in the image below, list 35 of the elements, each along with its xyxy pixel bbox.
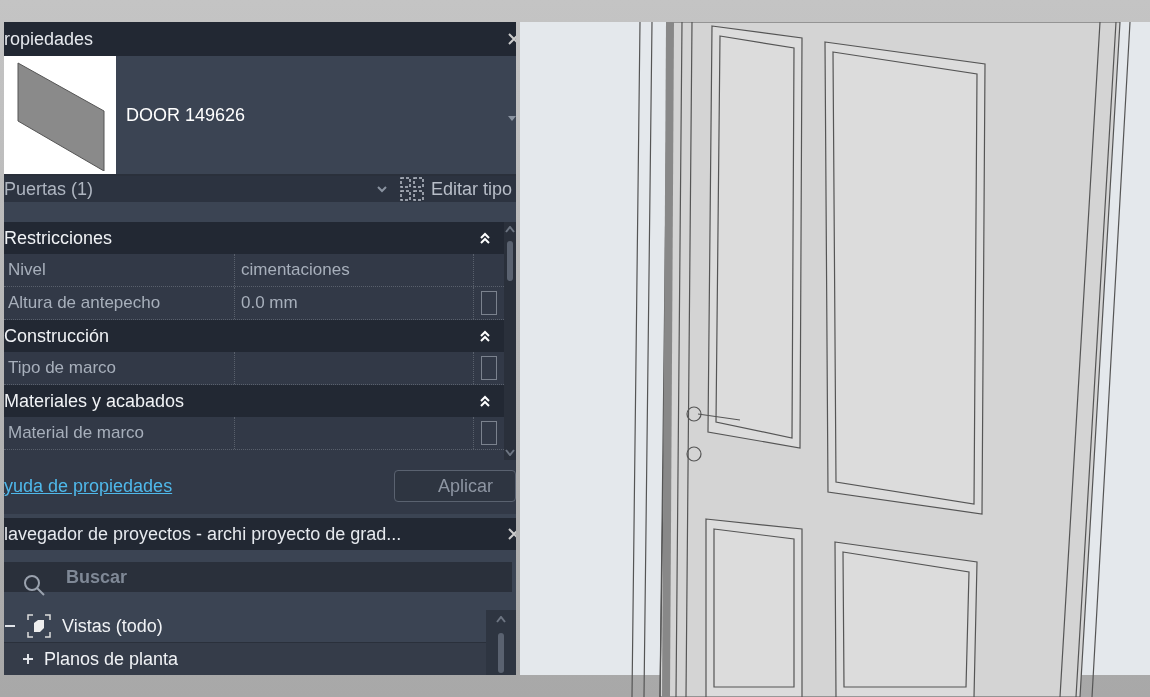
collapse-chevron-icon[interactable] [480, 395, 490, 408]
panel-title: lavegador de proyectos - archi proyecto de grad... [4, 523, 402, 545]
category-selector[interactable]: Puertas (1) [4, 178, 377, 200]
parameter-label: Nivel [4, 254, 235, 287]
parameter-label: Tipo de marco [4, 352, 235, 385]
tree-item[interactable]: Vistas (todo) [62, 615, 163, 637]
scrollbar[interactable] [486, 610, 516, 675]
collapse-chevron-icon[interactable] [480, 330, 490, 343]
scrollbar[interactable] [504, 222, 516, 461]
edit-type-icon [398, 176, 425, 202]
cube-icon [26, 613, 52, 639]
dropdown-arrow-icon[interactable] [508, 114, 516, 122]
associate-parameter-button[interactable] [481, 356, 497, 381]
chevron-down-icon[interactable] [376, 185, 387, 193]
search-field[interactable]: Buscar [4, 562, 512, 592]
group-header[interactable]: Construcción [4, 325, 110, 347]
close-icon[interactable] [508, 528, 516, 541]
parameter-value[interactable]: cimentaciones [235, 254, 473, 287]
parameter-label: Material de marco [4, 417, 235, 450]
apply-button[interactable]: Aplicar [394, 470, 516, 503]
scroll-down-icon[interactable] [505, 449, 515, 457]
associate-parameter-button[interactable] [481, 421, 497, 446]
collapse-chevron-icon[interactable] [480, 232, 490, 245]
panel-title: ropiedades [4, 28, 94, 50]
scroll-up-icon[interactable] [505, 226, 515, 234]
expand-icon[interactable] [22, 653, 34, 665]
type-name: DOOR 149626 [126, 104, 246, 126]
scroll-up-icon[interactable] [496, 616, 506, 623]
associate-parameter-button[interactable] [481, 291, 497, 316]
edit-type-button[interactable]: Editar tipo [398, 176, 516, 202]
parameter-label: Altura de antepecho [4, 287, 235, 320]
group-header[interactable]: Restricciones [4, 227, 113, 249]
tree-item[interactable]: Planos de planta [44, 648, 179, 670]
parameter-value[interactable]: 0.0 mm [235, 287, 473, 320]
help-link[interactable]: yuda de propiedades [4, 475, 173, 497]
